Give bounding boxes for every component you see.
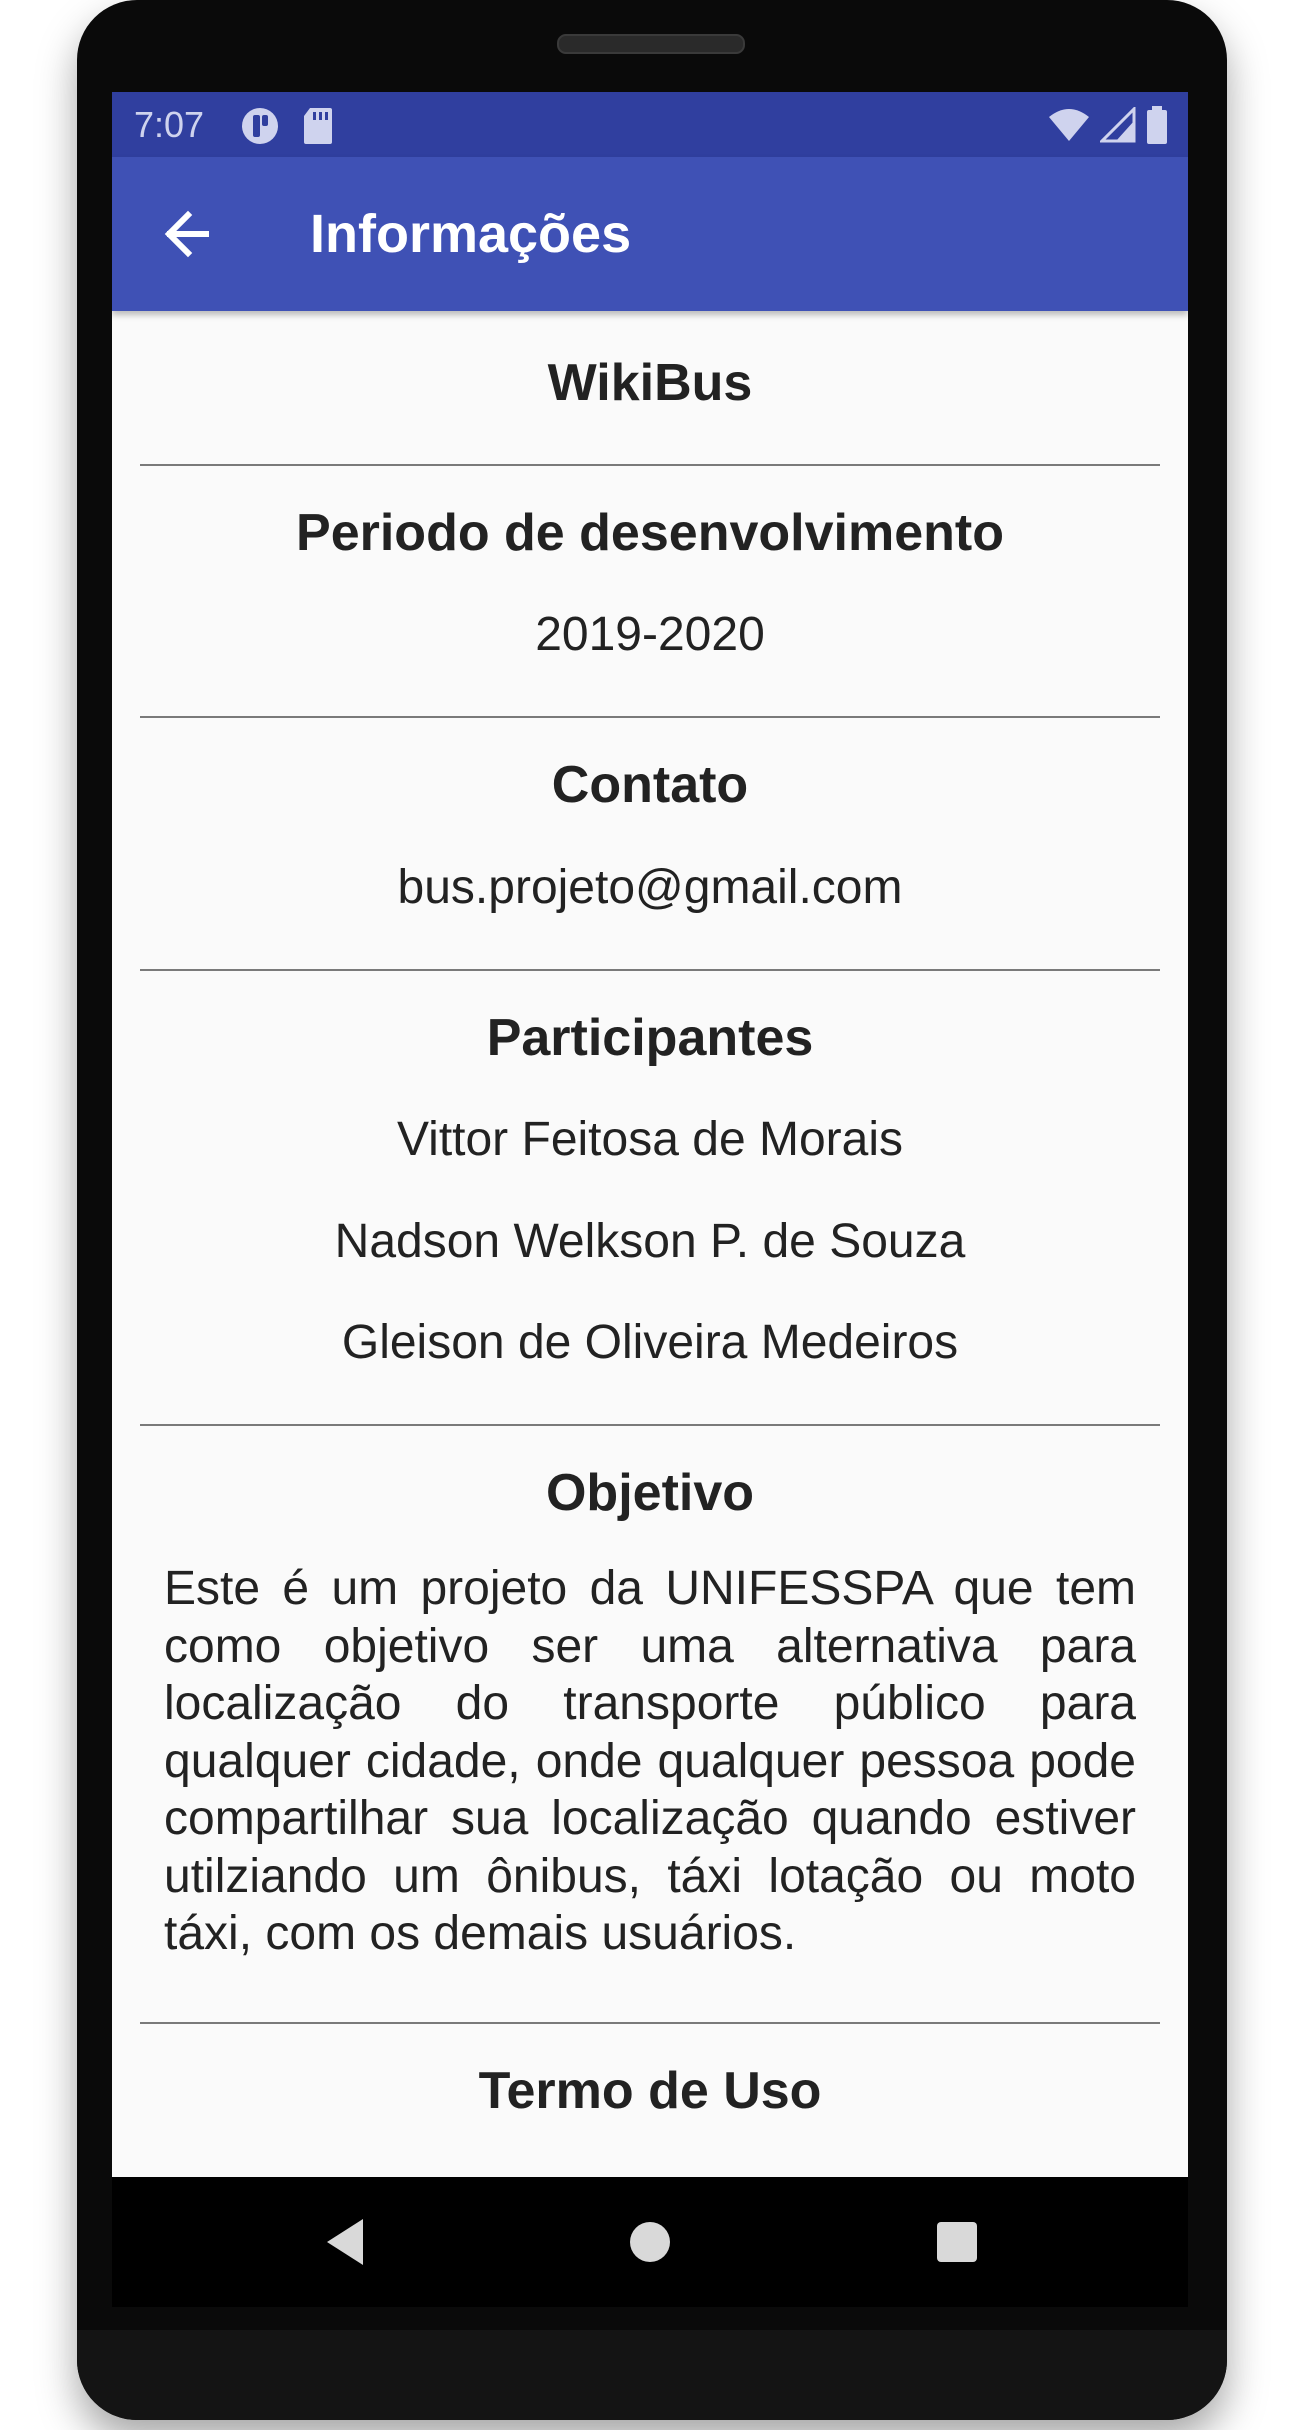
speaker-grille [557,34,745,54]
participants-heading: Participantes [486,1009,814,1067]
status-time: 7:07 [134,104,205,145]
status-bar: 7:07 [112,92,1188,157]
battery-icon [1146,106,1168,149]
arrow-back-icon [164,210,209,258]
back-triangle-icon [327,2219,363,2265]
period-heading: Periodo de desenvolvimento [296,504,1004,562]
terms-heading: Termo de Uso [478,2062,822,2120]
divider [140,716,1160,718]
participant-name: Vittor Feitosa de Morais [397,1113,903,1166]
phone-chin [77,2330,1227,2420]
wifi-icon [1048,107,1090,148]
signal-icon [1098,105,1136,148]
recents-square-icon [937,2222,977,2262]
screen: 7:07 Informações WikiBus Periodo de dese… [112,92,1188,2177]
navigation-bar [112,2177,1188,2307]
divider [140,1424,1160,1426]
participant-name: Nadson Welkson P. de Souza [334,1215,966,1268]
nav-recents-button[interactable] [922,2207,992,2277]
home-circle-icon [630,2222,670,2262]
page-title: Informações [310,204,632,264]
app-bar: Informações [112,157,1188,311]
contact-heading: Contato [551,756,749,814]
objective-text: Este é um projeto da UNIFESSPA que tem c… [164,1562,1136,1960]
info-content[interactable]: WikiBus Periodo de desenvolvimento 2019-… [112,311,1188,2177]
back-button[interactable] [152,199,222,269]
objective-heading: Objetivo [545,1464,755,1522]
phone-frame: 7:07 Informações WikiBus Periodo de dese… [77,0,1227,2420]
contact-email: bus.projeto@gmail.com [397,861,903,914]
nav-back-button[interactable] [315,2207,385,2277]
participant-name: Gleison de Oliveira Medeiros [341,1316,959,1369]
status-icons [1048,105,1168,149]
divider [140,969,1160,971]
app-name-heading: WikiBus [547,354,753,412]
notification-app-icon [240,106,280,151]
nav-home-button[interactable] [615,2207,685,2277]
sd-card-icon [302,106,334,151]
divider [140,2022,1160,2024]
divider [140,464,1160,466]
period-value: 2019-2020 [535,608,765,661]
